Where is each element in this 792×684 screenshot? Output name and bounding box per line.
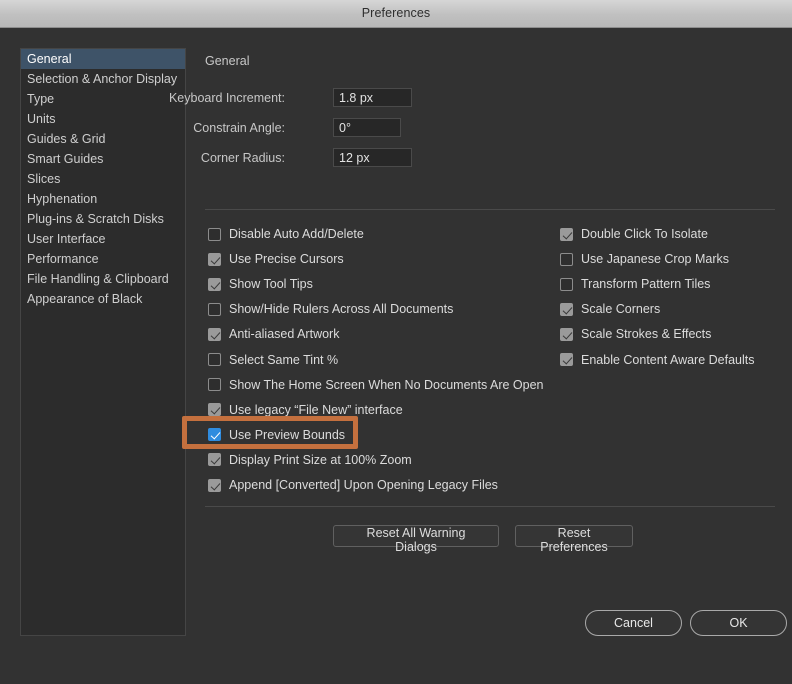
- checkbox-row-append-converted-upon-opening-legacy-files[interactable]: Append [Converted] Upon Opening Legacy F…: [208, 476, 498, 494]
- sidebar-item-label: Performance: [27, 252, 99, 266]
- sidebar-item-label: User Interface: [27, 232, 106, 246]
- sidebar-item-file-handling-clipboard[interactable]: File Handling & Clipboard: [21, 269, 185, 289]
- checkbox-label: Anti-aliased Artwork: [229, 327, 340, 342]
- sidebar-item-label: General: [27, 52, 72, 66]
- checkbox-row-show-hide-rulers-across-all-documents[interactable]: Show/Hide Rulers Across All Documents: [208, 300, 453, 318]
- field-label: Constrain Angle:: [193, 121, 285, 135]
- sidebar-item-label: Plug-ins & Scratch Disks: [27, 212, 164, 226]
- preferences-category-list[interactable]: General Selection & Anchor Display Type Uni…: [20, 48, 186, 636]
- checkbox-row-show-the-home-screen-when-no-documents-are-open[interactable]: Show The Home Screen When No Documents A…: [208, 376, 544, 394]
- sidebar-item-appearance-of-black[interactable]: Appearance of Black: [21, 289, 185, 309]
- checkbox-icon[interactable]: [208, 403, 221, 417]
- separator-top: [205, 209, 775, 210]
- cancel-button[interactable]: Cancel: [585, 610, 682, 636]
- panel-title: General: [205, 54, 250, 68]
- checkbox-label: Use Precise Cursors: [229, 252, 344, 267]
- checkbox-row-disable-auto-add-delete[interactable]: Disable Auto Add/Delete: [208, 225, 364, 243]
- checkbox-icon[interactable]: [208, 453, 221, 467]
- checkbox-row-enable-content-aware-defaults[interactable]: Enable Content Aware Defaults: [560, 351, 755, 369]
- preferences-panel: General Keyboard Increment: Constrain Ang…: [169, 48, 787, 636]
- checkbox-label: Use Japanese Crop Marks: [581, 252, 729, 267]
- checkbox-label: Show Tool Tips: [229, 277, 313, 292]
- checkbox-label: Disable Auto Add/Delete: [229, 227, 364, 241]
- sidebar-item-smart-guides[interactable]: Smart Guides: [21, 149, 185, 169]
- sidebar-item-label: Slices: [27, 172, 61, 186]
- checkbox-row-use-precise-cursors[interactable]: Use Precise Cursors: [208, 250, 344, 268]
- checkbox-icon[interactable]: [560, 353, 573, 366]
- preferences-dialog: Preferences General Selection & Anchor Di…: [0, 0, 792, 684]
- sidebar-item-performance[interactable]: Performance: [21, 249, 185, 269]
- sidebar-item-type[interactable]: Type: [21, 89, 185, 109]
- sidebar-item-general[interactable]: General: [21, 49, 185, 69]
- checkbox-icon[interactable]: [208, 252, 221, 266]
- checkbox-row-use-japanese-crop-marks[interactable]: Use Japanese Crop Marks: [560, 250, 729, 268]
- reset-button-0[interactable]: Reset All Warning Dialogs: [333, 525, 499, 554]
- field-input-1[interactable]: [333, 118, 401, 137]
- sidebar-item-units[interactable]: Units: [21, 109, 185, 129]
- field-input-0[interactable]: [333, 88, 412, 107]
- checkbox-row-scale-corners[interactable]: Scale Corners: [560, 300, 660, 318]
- sidebar-item-label: Units: [27, 112, 56, 126]
- sidebar-item-slices[interactable]: Slices: [21, 169, 185, 189]
- checkbox-label: Use legacy “File New” interface: [229, 402, 403, 417]
- checkbox-row-transform-pattern-tiles[interactable]: Transform Pattern Tiles: [560, 275, 710, 293]
- sidebar-item-label: Type: [27, 92, 55, 106]
- checkbox-row-display-print-size-at-100-zoom[interactable]: Display Print Size at 100% Zoom: [208, 451, 412, 469]
- checkbox-row-show-tool-tips[interactable]: Show Tool Tips: [208, 275, 313, 293]
- checkbox-label: Double Click To Isolate: [581, 227, 708, 241]
- field-input-2[interactable]: [333, 148, 412, 167]
- checkbox-icon[interactable]: [560, 327, 573, 341]
- checkbox-icon[interactable]: [560, 277, 573, 291]
- sidebar-item-label: Guides & Grid: [27, 132, 106, 146]
- checkbox-label: Select Same Tint %: [229, 352, 339, 367]
- checkbox-icon[interactable]: [560, 252, 573, 266]
- sidebar-item-guides-grid[interactable]: Guides & Grid: [21, 129, 185, 149]
- checkbox-icon[interactable]: [208, 327, 221, 341]
- checkbox-icon[interactable]: [208, 428, 221, 442]
- checkbox-icon[interactable]: [560, 227, 573, 241]
- field-label: Corner Radius:: [200, 151, 285, 165]
- checkbox-label: Append [Converted] Upon Opening Legacy F…: [229, 478, 498, 492]
- window-titlebar[interactable]: Preferences: [0, 0, 792, 28]
- checkbox-icon[interactable]: [208, 353, 221, 366]
- checkbox-icon[interactable]: [208, 277, 221, 291]
- checkbox-label: Show/Hide Rulers Across All Documents: [229, 302, 454, 317]
- field-row: Constrain Angle:: [193, 118, 415, 138]
- sidebar-item-label: Selection & Anchor Display: [27, 72, 178, 86]
- checkbox-row-double-click-to-isolate[interactable]: Double Click To Isolate: [560, 225, 708, 243]
- sidebar-item-label: Hyphenation: [27, 192, 98, 206]
- checkbox-row-select-same-tint[interactable]: Select Same Tint %: [208, 351, 338, 369]
- window-title: Preferences: [361, 6, 431, 20]
- field-label: Keyboard Increment:: [168, 91, 285, 105]
- checkbox-label: Display Print Size at 100% Zoom: [229, 452, 412, 467]
- checkbox-icon[interactable]: [208, 378, 221, 392]
- ok-button[interactable]: OK: [690, 610, 787, 636]
- checkbox-row-use-legacy-file-new-interface[interactable]: Use legacy “File New” interface: [208, 401, 403, 419]
- sidebar-item-plug-ins-scratch-disks[interactable]: Plug-ins & Scratch Disks: [21, 209, 185, 229]
- checkbox-row-scale-strokes-effects[interactable]: Scale Strokes & Effects: [560, 325, 711, 343]
- checkbox-label: Enable Content Aware Defaults: [581, 352, 755, 367]
- sidebar-item-label: Smart Guides: [27, 152, 104, 166]
- checkbox-row-anti-aliased-artwork[interactable]: Anti-aliased Artwork: [208, 325, 339, 343]
- field-row: Corner Radius:: [201, 148, 415, 168]
- checkbox-icon[interactable]: [560, 302, 573, 316]
- reset-button-1[interactable]: Reset Preferences: [515, 525, 633, 554]
- checkbox-label: Use Preview Bounds: [229, 427, 346, 442]
- sidebar-item-label: File Handling & Clipboard: [27, 272, 169, 286]
- checkbox-label: Scale Strokes & Effects: [581, 327, 712, 342]
- sidebar-item-hyphenation[interactable]: Hyphenation: [21, 189, 185, 209]
- sidebar-item-label: Appearance of Black: [27, 292, 143, 306]
- separator-bottom: [205, 506, 775, 507]
- checkbox-icon[interactable]: [208, 227, 221, 241]
- checkbox-icon[interactable]: [208, 302, 221, 316]
- checkbox-icon[interactable]: [208, 478, 221, 492]
- sidebar-item-user-interface[interactable]: User Interface: [21, 229, 185, 249]
- checkbox-label: Show The Home Screen When No Documents A…: [229, 377, 544, 392]
- checkbox-label: Scale Corners: [581, 302, 661, 317]
- sidebar-item-selection-anchor-display[interactable]: Selection & Anchor Display: [21, 69, 185, 89]
- dialog-content: General Selection & Anchor Display Type Uni…: [0, 28, 792, 684]
- field-row: Keyboard Increment:: [169, 88, 415, 108]
- checkbox-label: Transform Pattern Tiles: [581, 277, 711, 292]
- checkbox-row-use-preview-bounds[interactable]: Use Preview Bounds: [208, 426, 345, 444]
